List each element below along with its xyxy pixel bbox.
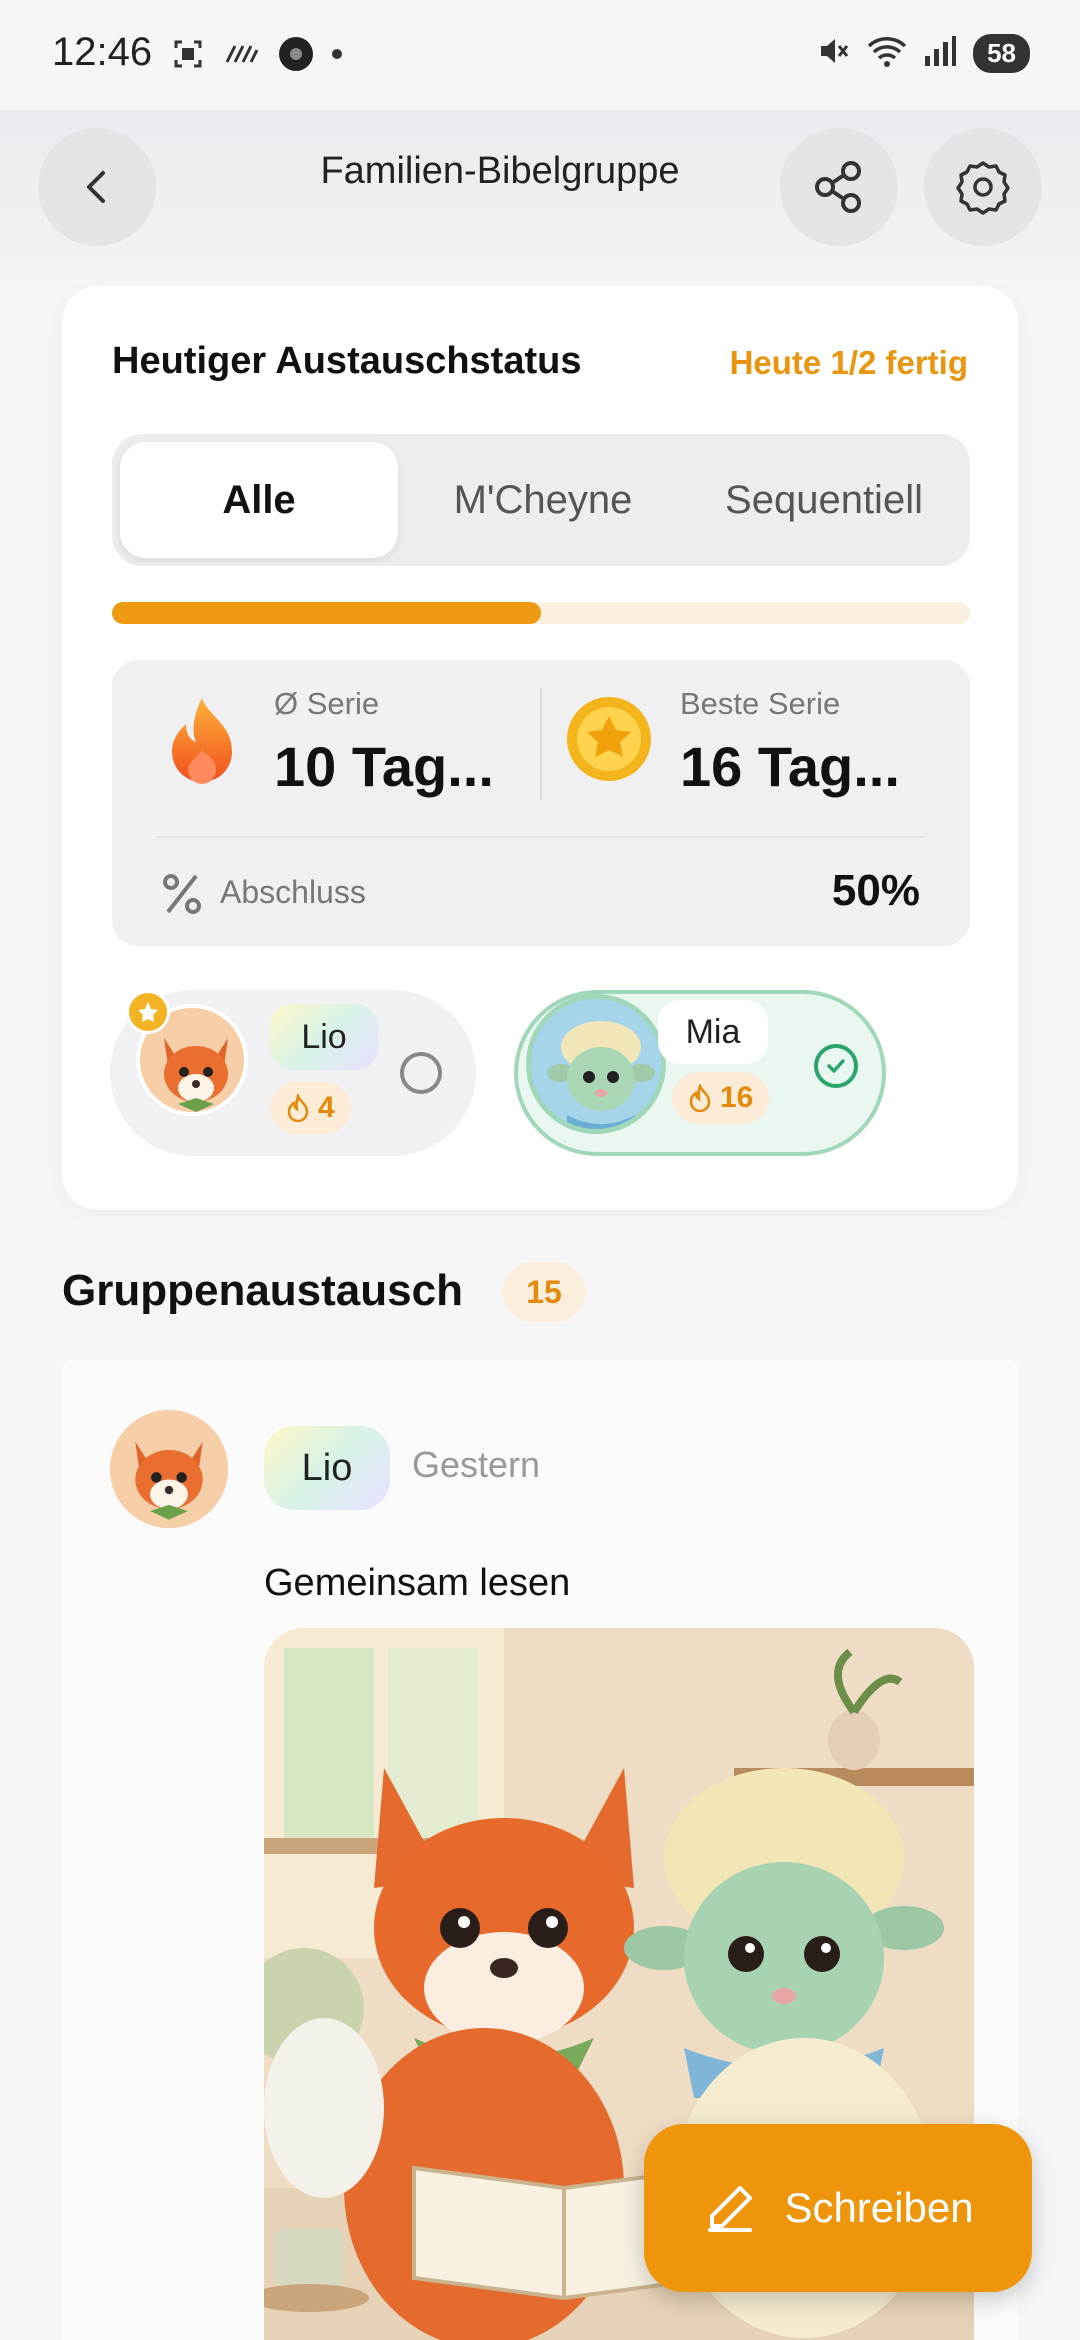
member-streak: 4 (270, 1082, 351, 1134)
member-streak-value: 16 (720, 1081, 754, 1114)
completion-label: Abschluss (220, 874, 366, 910)
system-icons: 58 (817, 34, 1030, 73)
percent-icon (162, 872, 202, 921)
star-coin-icon (564, 694, 654, 789)
lamb-avatar-icon (531, 999, 661, 1129)
signal-icon (923, 34, 957, 73)
completion-value: 50% (831, 866, 920, 915)
tab-mcheyne[interactable]: M'Cheyne (404, 442, 682, 558)
status-bar: 12:46 58 (0, 0, 1080, 110)
member-name: Lio (270, 1004, 378, 1070)
status-time: 12:46 (52, 30, 153, 74)
settings-button[interactable] (924, 128, 1042, 246)
check-circle-icon (814, 1044, 858, 1088)
pencil-icon (708, 2186, 753, 2232)
best-streak-value: 16 Tag... (680, 735, 900, 798)
incomplete-status-icon (400, 1052, 442, 1094)
mute-icon (817, 34, 851, 73)
write-button[interactable]: Schreiben (644, 2124, 1032, 2292)
avg-streak-label: Ø Serie (274, 686, 380, 721)
today-progress-text: Heute 1/2 fertig (729, 344, 968, 381)
more-notifications-dot (332, 49, 342, 59)
member-chip-mia[interactable]: Mia 16 (514, 990, 886, 1156)
notification-icons (170, 36, 342, 72)
today-status-card: Heutiger Austauschstatus Heute 1/2 ferti… (62, 286, 1018, 1210)
avatar (526, 994, 666, 1134)
plan-filter-tabs: Alle M'Cheyne Sequentiell (112, 434, 970, 566)
tab-all[interactable]: Alle (120, 442, 398, 558)
stats-divider (540, 688, 542, 800)
member-chip-lio[interactable]: Lio 4 (110, 990, 476, 1156)
share-icon (815, 161, 861, 213)
post-timestamp: Gestern (412, 1444, 541, 1485)
stats-panel: Ø Serie 10 Tag... Beste Serie 16 Tag... … (112, 660, 970, 946)
flame-icon (287, 1094, 309, 1122)
wifi-icon (867, 34, 907, 73)
tab-sequential[interactable]: Sequentiell (684, 442, 964, 558)
screenshot-icon (170, 36, 206, 72)
star-badge-icon (126, 990, 170, 1034)
post-text: Gemeinsam lesen (264, 1562, 571, 1604)
stats-divider-horizontal (156, 836, 926, 838)
write-button-label: Schreiben (784, 2184, 974, 2231)
progress-bar (112, 602, 970, 624)
member-streak-value: 4 (318, 1091, 335, 1124)
gear-icon (956, 161, 1010, 215)
member-streak: 16 (672, 1072, 770, 1124)
progress-bar-fill (112, 602, 541, 624)
header-background (0, 110, 1080, 280)
best-streak-label: Beste Serie (680, 686, 841, 721)
post-author: Lio (264, 1426, 390, 1510)
section-title: Gruppenaustausch (62, 1266, 463, 1315)
fox-avatar-icon (110, 1410, 228, 1528)
flame-icon (689, 1084, 711, 1112)
member-name: Mia (658, 1000, 768, 1064)
share-button[interactable] (780, 128, 898, 246)
avatar[interactable] (110, 1410, 228, 1528)
battery-indicator: 58 (973, 34, 1030, 73)
avg-streak-value: 10 Tag... (274, 735, 494, 798)
post-count-badge: 15 (502, 1262, 586, 1322)
app-notification-icon (278, 36, 314, 72)
card-title: Heutiger Austauschstatus (112, 340, 582, 382)
data-saver-icon (224, 36, 260, 72)
fire-icon (162, 694, 242, 795)
